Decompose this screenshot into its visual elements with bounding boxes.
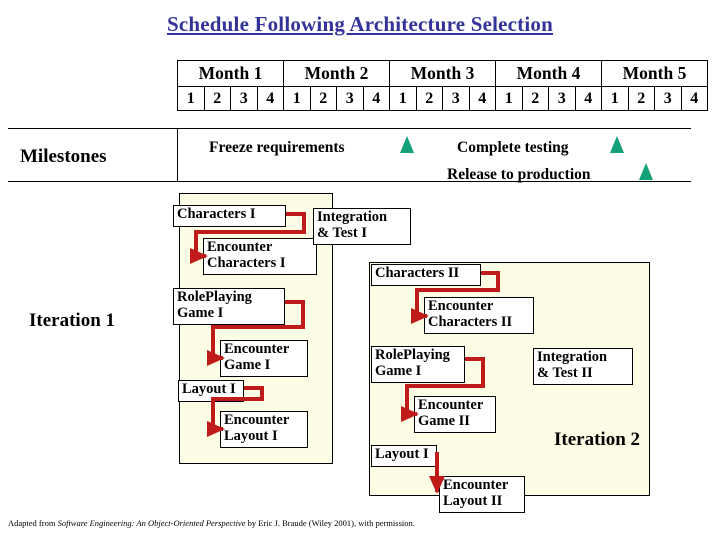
week-cell: 4 <box>256 86 284 111</box>
milestone-label-freeze-requirements: Freeze requirements <box>209 139 345 156</box>
week-cell: 1 <box>495 86 523 111</box>
week-cell: 3 <box>336 86 364 111</box>
week-cell: 2 <box>627 86 655 111</box>
week-cell: 4 <box>468 86 496 111</box>
week-cell: 3 <box>548 86 576 111</box>
footnote-book-title: Software Engineering: An Object-Oriented… <box>57 518 246 528</box>
calendar-week-row: 1 2 3 4 1 2 3 4 1 2 3 4 1 2 3 4 1 2 3 4 <box>177 86 708 111</box>
calendar-month-row: Month 1 Month 2 Month 3 Month 4 Month 5 <box>177 60 708 87</box>
footnote-prefix: Adapted from <box>8 518 58 528</box>
week-cell: 1 <box>177 86 205 111</box>
week-cell: 2 <box>203 86 231 111</box>
week-cell: 2 <box>415 86 443 111</box>
milestones-left-divider <box>177 128 179 182</box>
task-box-encounter-game-1[interactable]: Encounter Game I <box>220 340 308 377</box>
green-triangle-icon <box>639 163 653 180</box>
week-cell: 4 <box>574 86 602 111</box>
task-box-encounter-characters-1[interactable]: Encounter Characters I <box>203 238 317 275</box>
week-cell: 4 <box>680 86 708 111</box>
calendar-month-3: Month 3 <box>389 60 496 87</box>
week-cell: 3 <box>230 86 258 111</box>
row-label-milestones: Milestones <box>20 146 107 167</box>
week-cell: 1 <box>389 86 417 111</box>
calendar-month-2: Month 2 <box>283 60 390 87</box>
task-box-encounter-layout-1[interactable]: Encounter Layout I <box>220 411 308 448</box>
week-cell: 3 <box>654 86 682 111</box>
task-box-integration-test-2[interactable]: Integration & Test II <box>533 348 633 385</box>
green-triangle-icon <box>400 136 414 153</box>
task-box-roleplaying-game-2[interactable]: RolePlaying Game I <box>371 346 465 383</box>
task-box-characters-2[interactable]: Characters II <box>371 264 481 286</box>
calendar-month-1: Month 1 <box>177 60 284 87</box>
week-cell: 2 <box>521 86 549 111</box>
task-box-roleplaying-game-1[interactable]: RolePlaying Game I <box>173 288 285 325</box>
calendar-month-4: Month 4 <box>495 60 602 87</box>
milestones-top-rule <box>8 128 691 130</box>
milestone-label-release-to-production: Release to production <box>447 166 591 183</box>
milestone-label-complete-testing: Complete testing <box>457 139 569 156</box>
week-cell: 3 <box>442 86 470 111</box>
task-box-layout-2[interactable]: Layout I <box>371 445 437 467</box>
week-cell: 1 <box>283 86 311 111</box>
green-triangle-icon <box>610 136 624 153</box>
task-box-encounter-characters-2[interactable]: Encounter Characters II <box>424 297 534 334</box>
task-box-integration-test-1[interactable]: Integration & Test I <box>313 208 411 245</box>
task-box-layout-1[interactable]: Layout I <box>178 380 244 402</box>
task-box-characters-1[interactable]: Characters I <box>173 205 286 227</box>
calendar-table: Month 1 Month 2 Month 3 Month 4 Month 5 … <box>177 60 708 111</box>
schedule-diagram: Schedule Following Architecture Selectio… <box>0 0 720 540</box>
week-cell: 1 <box>601 86 629 111</box>
row-label-iteration1: Iteration 1 <box>29 310 116 331</box>
row-label-iteration2: Iteration 2 <box>554 429 641 450</box>
footnote: Adapted from Software Engineering: An Ob… <box>8 518 415 528</box>
footnote-suffix: by Eric J. Braude (Wiley 2001), with per… <box>245 518 415 528</box>
calendar-month-5: Month 5 <box>601 60 708 87</box>
week-cell: 4 <box>362 86 390 111</box>
task-box-encounter-layout-2[interactable]: Encounter Layout II <box>439 476 525 513</box>
task-box-encounter-game-2[interactable]: Encounter Game II <box>414 396 496 433</box>
week-cell: 2 <box>309 86 337 111</box>
page-title: Schedule Following Architecture Selectio… <box>167 12 553 36</box>
